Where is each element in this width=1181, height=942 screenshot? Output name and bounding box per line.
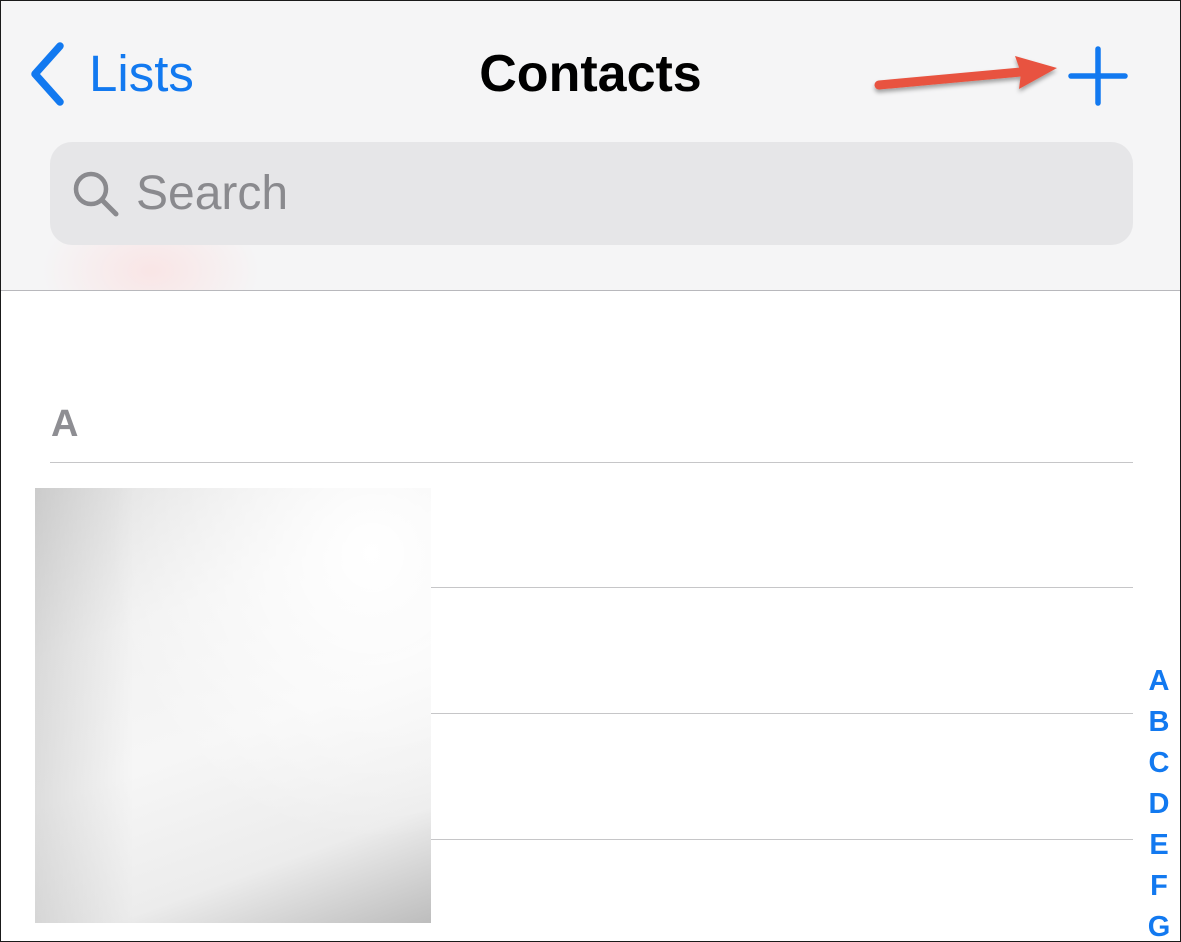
contacts-screen: Lists Contacts Search A A B C D E F G [0,0,1181,942]
index-letter-a[interactable]: A [1149,661,1170,702]
index-letter-e[interactable]: E [1149,825,1168,866]
add-contact-button[interactable] [1067,45,1129,107]
search-bar[interactable] [50,142,1133,245]
search-input[interactable] [136,158,1036,229]
index-letter-c[interactable]: C [1149,743,1170,784]
index-letter-f[interactable]: F [1150,866,1168,907]
index-letter-b[interactable]: B [1149,702,1170,743]
contact-row[interactable] [431,840,1131,940]
contact-row[interactable] [431,463,1131,587]
navigation-header: Lists Contacts [1,1,1180,291]
plus-icon [1068,46,1128,106]
section-header-a: A [51,403,79,445]
index-letter-g[interactable]: G [1148,907,1171,941]
contact-row[interactable] [431,588,1131,712]
contact-row[interactable] [431,714,1131,838]
redacted-contact-image [35,488,431,923]
alphabet-index[interactable]: A B C D E F G [1140,661,1178,941]
annotation-arrow [874,56,1057,90]
index-letter-d[interactable]: D [1149,784,1170,825]
search-icon [73,171,119,216]
